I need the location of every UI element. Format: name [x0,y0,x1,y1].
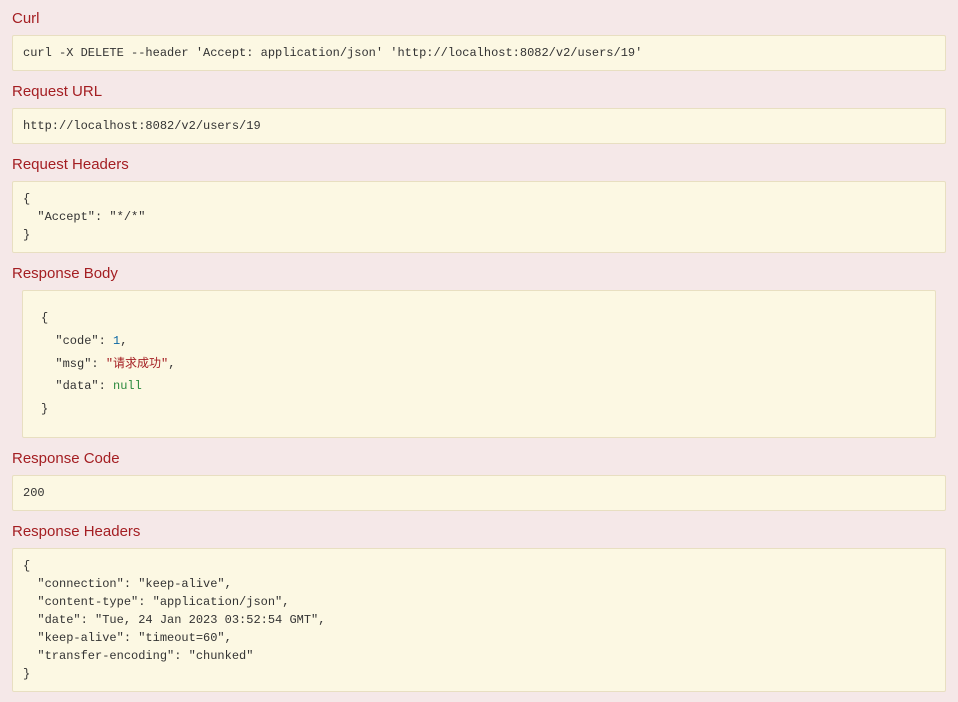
json-value-data: null [113,379,142,393]
json-key-code: "code" [55,334,98,348]
request-headers-heading: Request Headers [12,156,946,173]
json-sep: : [99,334,113,348]
request-url-heading: Request URL [12,83,946,100]
curl-command-box: curl -X DELETE --header 'Accept: applica… [12,35,946,71]
request-headers-box: { "Accept": "*/*" } [12,181,946,253]
response-headers-box: { "connection": "keep-alive", "content-t… [12,548,946,692]
json-trail: , [168,357,175,371]
response-code-heading: Response Code [12,450,946,467]
curl-heading: Curl [12,10,946,27]
json-trail: , [120,334,127,348]
json-key-data: "data" [55,379,98,393]
json-sep: : [99,379,113,393]
response-body-box: { "code": 1, "msg": "请求成功", "data": null… [22,290,936,438]
json-value-msg: "请求成功" [106,357,168,371]
response-code-box: 200 [12,475,946,511]
json-sep: : [91,357,105,371]
json-brace-close: } [41,402,48,416]
response-headers-heading: Response Headers [12,523,946,540]
request-url-box: http://localhost:8082/v2/users/19 [12,108,946,144]
json-key-msg: "msg" [55,357,91,371]
response-body-heading: Response Body [12,265,946,282]
json-brace-open: { [41,311,48,325]
